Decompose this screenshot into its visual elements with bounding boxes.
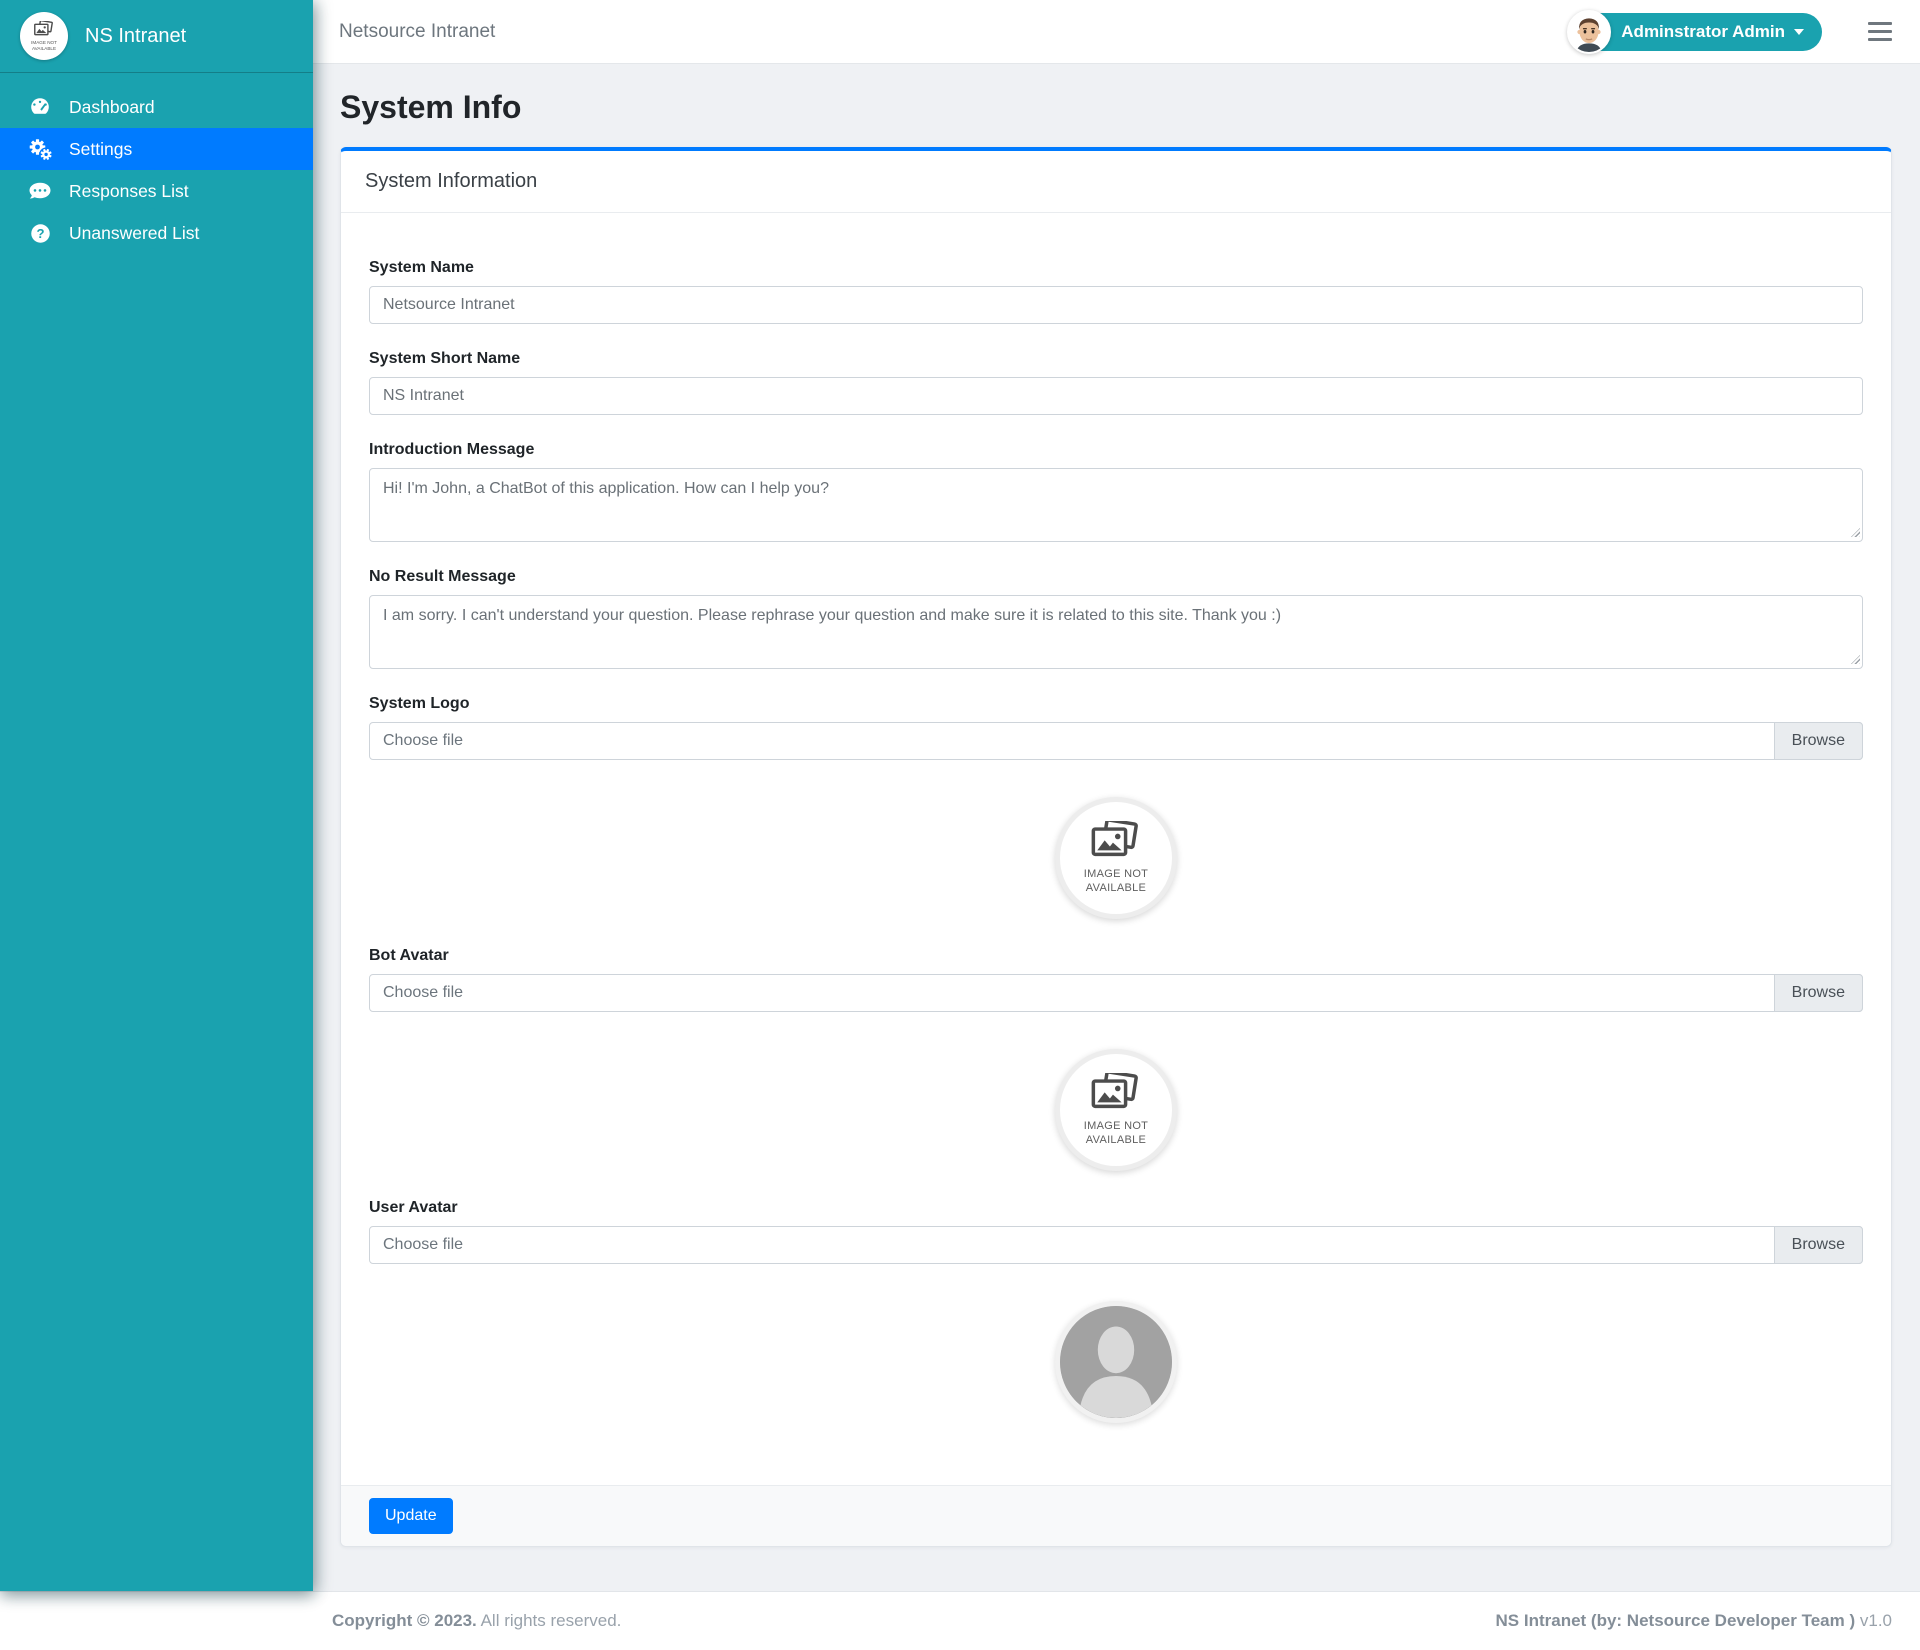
image-placeholder-icon xyxy=(1089,821,1143,865)
sidebar-item-label: Dashboard xyxy=(69,97,155,118)
card-header: System Information xyxy=(341,151,1891,213)
update-button[interactable]: Update xyxy=(369,1498,453,1534)
no-result-message-label: No Result Message xyxy=(369,568,1863,586)
menu-toggle-button[interactable] xyxy=(1866,18,1894,45)
copyright-text: Copyright © 2023. All rights reserved. xyxy=(332,1611,621,1631)
caret-down-icon xyxy=(1794,29,1804,35)
system-name-label: System Name xyxy=(369,259,1863,277)
bot-avatar-file-input[interactable]: Choose file Browse xyxy=(369,974,1863,1012)
topbar: Netsource Intranet Admin xyxy=(313,0,1920,64)
comment-dots-icon xyxy=(27,182,53,201)
system-name-input[interactable] xyxy=(369,286,1863,324)
bot-avatar-label: Bot Avatar xyxy=(369,947,1863,965)
image-placeholder-text: IMAGE NOT AVAILABLE xyxy=(31,40,57,51)
system-logo-preview: IMAGE NOT AVAILABLE xyxy=(1055,797,1177,919)
system-logo-label: System Logo xyxy=(369,695,1863,713)
card-body: System Name System Short Name Introducti… xyxy=(341,213,1891,1485)
sidebar-item-settings[interactable]: Settings xyxy=(0,128,313,170)
page-footer: Copyright © 2023. All rights reserved. N… xyxy=(0,1591,1920,1650)
introduction-message-textarea[interactable]: Hi! I'm John, a ChatBot of this applicat… xyxy=(369,468,1863,542)
user-name: Adminstrator Admin xyxy=(1621,22,1785,42)
svg-text:?: ? xyxy=(36,226,44,241)
user-avatar-preview xyxy=(1055,1301,1177,1423)
page-title: System Info xyxy=(340,89,1892,126)
question-circle-icon: ? xyxy=(27,223,53,244)
system-logo-file-text[interactable]: Choose file xyxy=(369,722,1863,760)
system-logo-file-input[interactable]: Choose file Browse xyxy=(369,722,1863,760)
sidebar-header: IMAGE NOT AVAILABLE NS Intranet xyxy=(0,0,313,73)
no-result-message-textarea[interactable]: I am sorry. I can't understand your ques… xyxy=(369,595,1863,669)
version-text: NS Intranet (by: Netsource Developer Tea… xyxy=(1496,1611,1892,1631)
user-menu-dropdown[interactable]: Adminstrator Admin xyxy=(1567,10,1822,54)
user-avatar-file-text[interactable]: Choose file xyxy=(369,1226,1863,1264)
app-logo: IMAGE NOT AVAILABLE xyxy=(20,12,68,60)
system-short-name-label: System Short Name xyxy=(369,350,1863,368)
system-logo-browse-button[interactable]: Browse xyxy=(1774,722,1863,760)
bot-avatar-file-text[interactable]: Choose file xyxy=(369,974,1863,1012)
user-avatar-browse-button[interactable]: Browse xyxy=(1774,1226,1863,1264)
sidebar-item-label: Settings xyxy=(69,139,132,160)
sidebar: IMAGE NOT AVAILABLE NS Intranet Dashboar… xyxy=(0,0,313,1591)
user-avatar-label: User Avatar xyxy=(369,1199,1863,1217)
bot-avatar-preview: IMAGE NOT AVAILABLE xyxy=(1055,1049,1177,1171)
sidebar-item-dashboard[interactable]: Dashboard xyxy=(0,86,313,128)
gears-icon xyxy=(27,137,53,161)
sidebar-menu: Dashboard xyxy=(0,73,313,267)
card-footer: Update xyxy=(341,1485,1891,1546)
bot-avatar-browse-button[interactable]: Browse xyxy=(1774,974,1863,1012)
user-avatar-file-input[interactable]: Choose file Browse xyxy=(369,1226,1863,1264)
sidebar-item-label: Unanswered List xyxy=(69,223,199,244)
sidebar-brand[interactable]: NS Intranet xyxy=(85,25,186,48)
system-info-card: System Information System Name System Sh… xyxy=(340,147,1892,1547)
user-avatar-icon xyxy=(1567,10,1611,54)
tachometer-icon xyxy=(27,96,53,118)
introduction-message-label: Introduction Message xyxy=(369,441,1863,459)
image-placeholder-text: IMAGE NOT AVAILABLE xyxy=(1084,1120,1148,1146)
sidebar-item-unanswered-list[interactable]: ? Unanswered List xyxy=(0,212,313,254)
image-placeholder-icon xyxy=(1089,1073,1143,1117)
main-content: System Info System Information System Na… xyxy=(313,64,1920,1547)
sidebar-item-label: Responses List xyxy=(69,181,189,202)
image-placeholder-icon xyxy=(33,21,55,39)
topbar-brand[interactable]: Netsource Intranet xyxy=(339,21,495,43)
system-short-name-input[interactable] xyxy=(369,377,1863,415)
sidebar-item-responses-list[interactable]: Responses List xyxy=(0,170,313,212)
person-silhouette-icon xyxy=(1060,1306,1172,1418)
image-placeholder-text: IMAGE NOT AVAILABLE xyxy=(1084,868,1148,894)
